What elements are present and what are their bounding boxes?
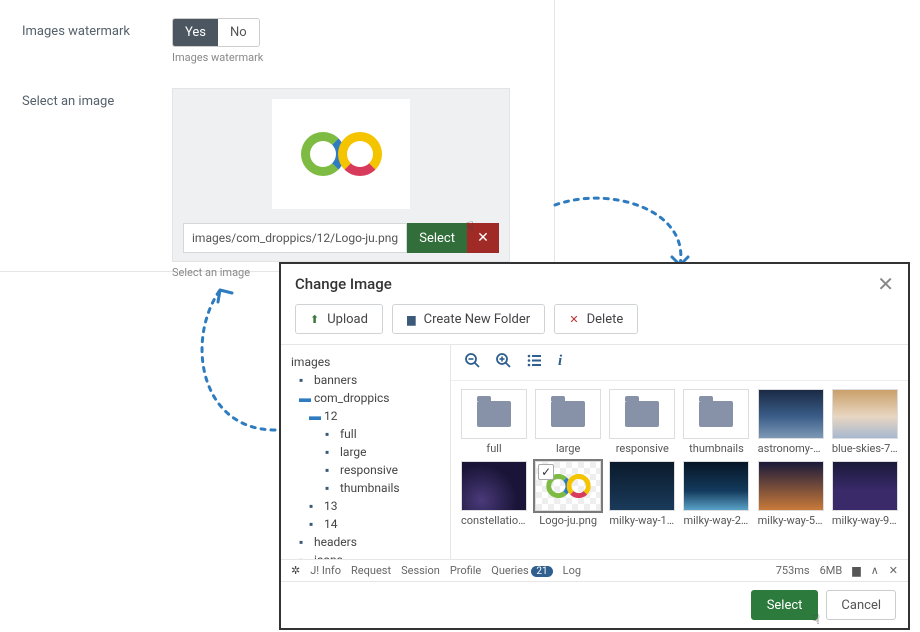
watermark-label: Images watermark bbox=[22, 18, 172, 64]
watermark-hint: Images watermark bbox=[172, 51, 554, 64]
toggle-no[interactable]: No bbox=[218, 19, 259, 46]
tree-node[interactable]: ▪13 bbox=[291, 497, 446, 515]
tree-node[interactable]: ▬com_droppics bbox=[291, 389, 446, 407]
file-item[interactable]: milky-way-92... bbox=[832, 461, 898, 527]
zoom-out-icon[interactable] bbox=[465, 353, 480, 372]
modal-header: Change Image ✕ bbox=[281, 264, 908, 304]
file-item[interactable]: full bbox=[461, 389, 527, 455]
tree-node[interactable]: ▪full bbox=[291, 425, 446, 443]
image-preview bbox=[272, 99, 410, 209]
chevron-up-icon[interactable]: ∧ bbox=[871, 564, 879, 577]
file-item[interactable]: milky-way-54... bbox=[758, 461, 824, 527]
file-item[interactable]: milky-way-26... bbox=[683, 461, 749, 527]
file-label: milky-way-92... bbox=[832, 514, 898, 527]
folder-icon: ▆ bbox=[407, 313, 415, 326]
new-folder-button[interactable]: ▆Create New Folder bbox=[392, 304, 545, 334]
file-grid: full large responsive thumbnails astronomy-c… bbox=[451, 381, 908, 535]
status-profile[interactable]: Profile bbox=[450, 564, 481, 577]
list-view-icon[interactable] bbox=[527, 353, 542, 372]
file-item[interactable]: constellation... bbox=[461, 461, 527, 527]
status-jinfo[interactable]: J! Info bbox=[310, 564, 341, 577]
close-icon[interactable]: ✕ bbox=[889, 564, 898, 577]
modal-cancel-button[interactable]: Cancel bbox=[826, 590, 896, 620]
modal-title: Change Image bbox=[295, 275, 877, 293]
delete-icon: ✕ bbox=[569, 313, 578, 326]
file-label: full bbox=[461, 442, 527, 455]
file-label: milky-way-26... bbox=[683, 514, 749, 527]
preview-logo-icon bbox=[301, 132, 382, 176]
file-label: thumbnails bbox=[683, 442, 749, 455]
tree-node[interactable]: ▪responsive bbox=[291, 461, 446, 479]
clear-button[interactable]: ✕ bbox=[467, 223, 499, 253]
modal-select-button[interactable]: Select bbox=[751, 590, 819, 620]
tree-node[interactable]: ▪14 bbox=[291, 515, 446, 533]
folder-icon[interactable]: ▆ bbox=[852, 564, 860, 577]
file-label: astronomy-c... bbox=[758, 442, 824, 455]
status-time: 753ms bbox=[776, 564, 810, 577]
status-session[interactable]: Session bbox=[401, 564, 440, 577]
modal-toolbar: ⬆Upload ▆Create New Folder ✕Delete bbox=[281, 304, 908, 345]
info-icon[interactable]: i bbox=[558, 353, 562, 372]
tree-node[interactable]: ▪thumbnails bbox=[291, 479, 446, 497]
file-item[interactable]: blue-skies-78... bbox=[832, 389, 898, 455]
delete-button[interactable]: ✕Delete bbox=[554, 304, 638, 334]
file-item[interactable]: responsive bbox=[609, 389, 675, 455]
select-button[interactable]: Select bbox=[407, 223, 467, 253]
browser-tools: i bbox=[451, 345, 908, 381]
file-item[interactable]: ✓Logo-ju.png bbox=[535, 461, 601, 527]
config-panel: Images watermark Yes No Images watermark… bbox=[0, 0, 555, 272]
watermark-toggle[interactable]: Yes No bbox=[172, 18, 260, 47]
status-memory: 6MB bbox=[820, 564, 843, 577]
close-icon[interactable]: ✕ bbox=[877, 274, 894, 294]
joomla-icon: ✲ bbox=[291, 564, 300, 577]
file-label: blue-skies-78... bbox=[832, 442, 898, 455]
file-item[interactable]: milky-way-10... bbox=[609, 461, 675, 527]
folder-tree: images ▪banners▬com_droppics▬12▪full▪lar… bbox=[281, 345, 451, 559]
modal-footer: Select Cancel bbox=[281, 581, 908, 628]
file-item[interactable]: thumbnails bbox=[683, 389, 749, 455]
select-image-label: Select an image bbox=[22, 88, 172, 279]
status-request[interactable]: Request bbox=[351, 564, 391, 577]
arrow-icon bbox=[180, 280, 290, 440]
file-browser: i full large responsive thumbnails astronomy… bbox=[451, 345, 908, 559]
status-bar: ✲ J! Info Request Session Profile Querie… bbox=[281, 559, 908, 581]
zoom-in-icon[interactable] bbox=[496, 353, 511, 372]
image-picker: Select ✕ bbox=[172, 88, 510, 262]
file-label: large bbox=[535, 442, 601, 455]
tree-node[interactable]: ▪banners bbox=[291, 371, 446, 389]
upload-button[interactable]: ⬆Upload bbox=[295, 304, 383, 334]
status-queries[interactable]: Queries 21 bbox=[491, 564, 552, 577]
file-label: Logo-ju.png bbox=[535, 514, 601, 527]
file-item[interactable]: astronomy-c... bbox=[758, 389, 824, 455]
file-label: constellation... bbox=[461, 514, 527, 527]
file-label: milky-way-10... bbox=[609, 514, 675, 527]
file-item[interactable]: large bbox=[535, 389, 601, 455]
tree-node[interactable]: ▪headers bbox=[291, 533, 446, 551]
status-log[interactable]: Log bbox=[563, 564, 581, 577]
tree-root[interactable]: images bbox=[291, 353, 446, 371]
upload-icon: ⬆ bbox=[310, 313, 319, 326]
tree-node[interactable]: ▪large bbox=[291, 443, 446, 461]
file-label: responsive bbox=[609, 442, 675, 455]
image-path-input[interactable] bbox=[183, 223, 407, 253]
tree-node[interactable]: ▪icons bbox=[291, 551, 446, 559]
change-image-modal: Change Image ✕ ⬆Upload ▆Create New Folde… bbox=[279, 262, 910, 630]
tree-node[interactable]: ▬12 bbox=[291, 407, 446, 425]
toggle-yes[interactable]: Yes bbox=[173, 19, 218, 46]
file-label: milky-way-54... bbox=[758, 514, 824, 527]
